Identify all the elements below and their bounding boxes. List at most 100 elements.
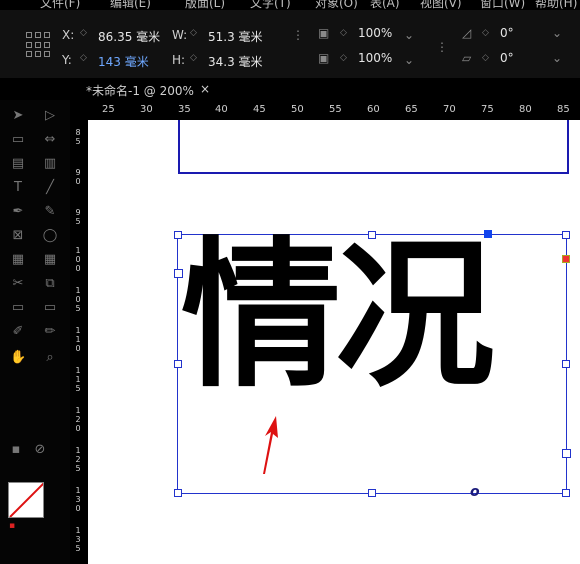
menu-bar: 文件(F) 编辑(E) 版面(L) 文字(T) 对象(O) 表(A) 视图(V)… [0, 0, 580, 10]
ruler-label: 95 [75, 208, 81, 226]
h-label: H: [172, 53, 186, 67]
free-transform-tool-icon[interactable]: ⧉ [42, 276, 58, 292]
direct-selection-tool-icon[interactable]: ▷ [42, 108, 58, 124]
out-port-handle[interactable] [562, 449, 571, 458]
x-label: X: [62, 28, 75, 42]
default-colors-icon[interactable]: ▪ [4, 518, 20, 534]
ellipse-tool-icon[interactable]: ◯ [42, 228, 58, 244]
content-placer-icon[interactable]: ▥ [42, 156, 58, 172]
ruler-label: 110 [75, 326, 81, 353]
ruler-label: 115 [75, 366, 81, 393]
ruler-label: 105 [75, 286, 81, 313]
close-icon[interactable]: × [200, 82, 210, 96]
shear-field[interactable]: 0° [500, 51, 514, 65]
ruler-label: 65 [405, 104, 418, 115]
table-tool-icon[interactable]: ▦ [10, 252, 26, 268]
selection-tool-icon[interactable]: ➤ [10, 108, 26, 124]
menu-help[interactable]: 帮助(H) [535, 0, 577, 10]
type-tool-icon[interactable]: T [10, 180, 26, 196]
ruler-label: 60 [367, 104, 380, 115]
line-tool-icon[interactable]: ╱ [42, 180, 58, 196]
y-field[interactable]: 143 毫米 [98, 53, 149, 70]
zoom-tool-icon[interactable]: ⌕ [42, 350, 58, 366]
reference-point-icon[interactable] [26, 32, 52, 58]
resize-handle[interactable] [562, 360, 570, 368]
shear-stepper-icon[interactable]: ◇ [482, 53, 489, 63]
resize-handle[interactable] [174, 489, 182, 497]
constrain-link-icon[interactable]: ⋮ [292, 28, 304, 42]
scale-y-field[interactable]: 100% [358, 51, 392, 65]
rotate-field[interactable]: 0° [500, 26, 514, 40]
gap-tool-icon[interactable]: ⇔ [42, 132, 58, 148]
scissors-tool-icon[interactable]: ✂ [10, 276, 26, 292]
text-frame[interactable] [178, 120, 569, 174]
resize-handle[interactable] [174, 360, 182, 368]
ruler-label: 70 [443, 104, 456, 115]
note-tool-icon[interactable]: ✐ [10, 324, 26, 340]
resize-handle[interactable] [368, 489, 376, 497]
w-field[interactable]: 51.3 毫米 [208, 28, 263, 45]
gradient-tool-icon[interactable]: ▭ [10, 300, 26, 316]
menu-layout[interactable]: 版面(L) [185, 0, 225, 10]
ruler-label: 100 [75, 246, 81, 273]
menu-table[interactable]: 表(A) [370, 0, 400, 10]
grid-tool-icon[interactable]: ▦ [42, 252, 58, 268]
document-canvas[interactable]: 情况 o [88, 120, 580, 564]
ruler-label: 55 [329, 104, 342, 115]
in-port-handle[interactable] [174, 269, 183, 278]
menu-view[interactable]: 视图(V) [420, 0, 462, 10]
hand-tool-icon[interactable]: ✋ [10, 350, 26, 366]
apply-none-icon[interactable]: ⊘ [32, 442, 48, 458]
link-icon[interactable]: ⋮ [436, 40, 448, 54]
ruler-label: 125 [75, 446, 81, 473]
resize-handle[interactable] [562, 489, 570, 497]
ruler-label: 25 [102, 104, 115, 115]
w-stepper-icon[interactable]: ◇ [190, 28, 197, 38]
menu-window[interactable]: 窗口(W) [480, 0, 525, 10]
w-label: W: [172, 28, 188, 42]
horizontal-ruler: 25 30 35 40 45 50 55 60 65 70 75 80 85 [88, 100, 580, 121]
scale-y-dropdown-icon[interactable]: ⌄ [404, 53, 414, 67]
ruler-label: 120 [75, 406, 81, 433]
scale-y-icon: ▣ [318, 51, 330, 65]
menu-edit[interactable]: 编辑(E) [110, 0, 151, 10]
shear-icon: ▱ [462, 51, 472, 65]
x-field[interactable]: 86.35 毫米 [98, 28, 160, 45]
ruler-label: 50 [291, 104, 304, 115]
ruler-label: 85 [75, 128, 81, 146]
scale-y-stepper-icon[interactable]: ◇ [340, 53, 347, 63]
resize-handle[interactable] [562, 231, 570, 239]
out-port-overset-icon[interactable] [562, 255, 570, 263]
gradient-feather-tool-icon[interactable]: ▭ [42, 300, 58, 316]
document-tab[interactable]: *未命名-1 @ 200% [86, 82, 194, 99]
menu-file[interactable]: 文件(F) [40, 0, 80, 10]
outlined-text[interactable]: 情况 [181, 216, 495, 416]
rotate-stepper-icon[interactable]: ◇ [482, 28, 489, 38]
resize-handle[interactable] [174, 231, 182, 239]
pencil-tool-icon[interactable]: ✎ [42, 204, 58, 220]
page-tool-icon[interactable]: ▭ [10, 132, 26, 148]
pen-tool-icon[interactable]: ✒ [10, 204, 26, 220]
ruler-label: 130 [75, 486, 81, 513]
rotate-dropdown-icon[interactable]: ⌄ [552, 26, 562, 40]
content-collector-icon[interactable]: ▤ [10, 156, 26, 172]
x-stepper-icon[interactable]: ◇ [80, 28, 87, 38]
resize-handle[interactable] [368, 231, 376, 239]
scale-x-stepper-icon[interactable]: ◇ [340, 28, 347, 38]
scale-x-field[interactable]: 100% [358, 26, 392, 40]
h-stepper-icon[interactable]: ◇ [190, 53, 197, 63]
menu-type[interactable]: 文字(T) [250, 0, 291, 10]
y-stepper-icon[interactable]: ◇ [80, 53, 87, 63]
menu-object[interactable]: 对象(O) [315, 0, 358, 10]
ruler-label: 45 [253, 104, 266, 115]
rectangle-frame-tool-icon[interactable]: ⊠ [10, 228, 26, 244]
document-tab-bar: *未命名-1 @ 200% × [0, 78, 580, 100]
frame-anchor-handle[interactable] [484, 230, 492, 238]
ruler-label: 135 [75, 526, 81, 553]
fill-swatch[interactable] [8, 482, 44, 518]
scale-x-dropdown-icon[interactable]: ⌄ [404, 28, 414, 42]
shear-dropdown-icon[interactable]: ⌄ [552, 51, 562, 65]
eyedropper-tool-icon[interactable]: ✏ [42, 324, 58, 340]
apply-color-icon[interactable]: ▪ [8, 442, 24, 458]
h-field[interactable]: 34.3 毫米 [208, 53, 263, 70]
